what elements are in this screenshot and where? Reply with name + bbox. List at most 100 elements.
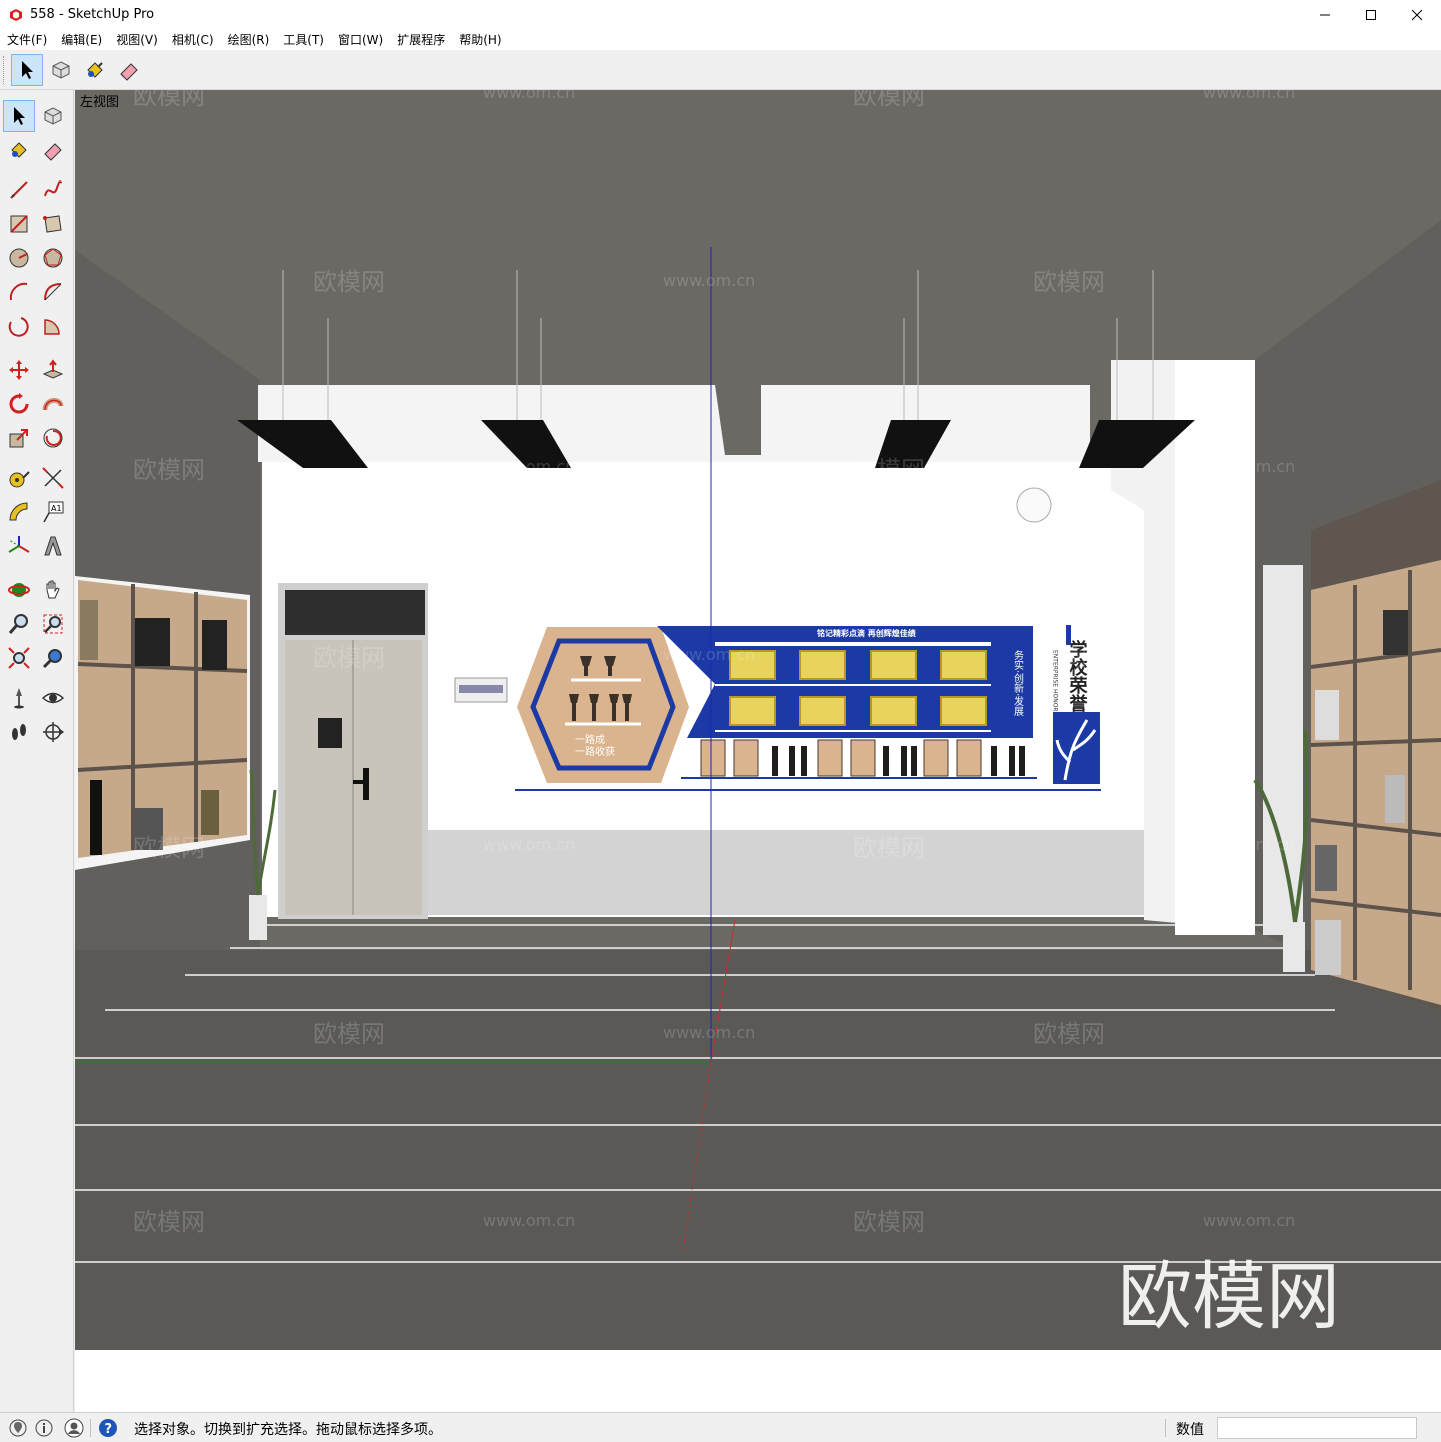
select-button[interactable] (11, 54, 43, 86)
left-bookshelf[interactable] (75, 576, 250, 870)
svg-text:www.om.cn: www.om.cn (483, 835, 575, 854)
three-point-arc-icon (8, 317, 29, 337)
line-tool-icon (10, 181, 28, 199)
axes-button[interactable] (3, 530, 35, 562)
tape-measure-button[interactable] (3, 462, 35, 494)
svg-text:欧模网: 欧模网 (1033, 268, 1105, 296)
maximize-button[interactable] (1348, 0, 1394, 30)
push-pull-button[interactable] (37, 354, 69, 386)
offset-tool-icon (43, 428, 63, 448)
svg-text:www.om.cn: www.om.cn (663, 1023, 755, 1042)
arc-button[interactable] (3, 276, 35, 308)
walk-button[interactable] (3, 716, 35, 748)
circle-button[interactable] (3, 242, 35, 274)
freehand-tool-icon (44, 180, 62, 197)
menu-draw[interactable]: 绘图(R) (221, 30, 277, 50)
rotate-button[interactable] (3, 388, 35, 420)
svg-text:A1: A1 (51, 504, 62, 513)
two-point-arc-button[interactable] (37, 276, 69, 308)
menu-extensions[interactable]: 扩展程序 (390, 30, 452, 50)
menu-window[interactable]: 窗口(W) (331, 30, 390, 50)
paint-bucket-button[interactable] (79, 54, 111, 86)
zoom-window-button[interactable] (37, 608, 69, 640)
eraser-button-left[interactable] (37, 134, 69, 166)
rotated-rectangle-icon (43, 215, 62, 233)
svg-text:欧模网: 欧模网 (853, 90, 925, 110)
3d-text-icon (44, 536, 62, 556)
zoom-extents-button[interactable] (3, 642, 35, 674)
user-account-icon[interactable] (64, 1418, 84, 1438)
polygon-button[interactable] (37, 242, 69, 274)
3d-text-button[interactable] (37, 530, 69, 562)
menu-file[interactable]: 文件(F) (0, 30, 54, 50)
orbit-button[interactable] (3, 574, 35, 606)
toolbar-grip[interactable] (3, 56, 6, 84)
status-bar: ? 选择对象。切换到扩充选择。拖动鼠标选择多项。 数值 (0, 1412, 1441, 1442)
component-button[interactable] (45, 54, 77, 86)
sketchup-logo-icon (10, 9, 22, 21)
orbit-tool-icon (8, 583, 30, 597)
scale-tool-icon (9, 429, 28, 448)
menu-view[interactable]: 视图(V) (109, 30, 165, 50)
pie-button[interactable] (37, 310, 69, 342)
rotated-rectangle-button[interactable] (37, 208, 69, 240)
rotate-tool-icon (9, 393, 29, 414)
scale-button[interactable] (3, 422, 35, 454)
rectangle-tool-icon (10, 215, 28, 233)
position-camera-icon (14, 688, 24, 709)
select-tool-icon (22, 61, 33, 79)
three-point-arc-button[interactable] (3, 310, 35, 342)
zoom-button[interactable] (3, 608, 35, 640)
polygon-tool-icon (43, 248, 63, 268)
zoom-tool-icon (8, 614, 28, 634)
follow-me-button[interactable] (37, 388, 69, 420)
eraser-button[interactable] (113, 54, 145, 86)
look-around-icon (41, 692, 65, 704)
menu-tools[interactable]: 工具(T) (276, 30, 331, 50)
pan-button[interactable] (37, 574, 69, 606)
menu-camera[interactable]: 相机(C) (165, 30, 221, 50)
text-button[interactable]: A1 (37, 496, 69, 528)
zoom-window-icon (43, 614, 63, 634)
dimension-button[interactable] (37, 462, 69, 494)
freehand-button[interactable] (37, 174, 69, 206)
measurements-input[interactable] (1217, 1417, 1417, 1439)
select-button-left[interactable] (3, 100, 35, 132)
3d-scene[interactable]: 一路成 一路收获 铭记精彩点滴 再创辉煌佳绩 务实·创新·发展 学校荣誉 ENT… (75, 90, 1441, 1412)
credits-icon[interactable] (34, 1418, 54, 1438)
protractor-button[interactable] (3, 496, 35, 528)
look-around-button[interactable] (37, 682, 69, 714)
svg-text:www.om.cn: www.om.cn (663, 271, 755, 290)
line-button[interactable] (3, 174, 35, 206)
hex-text-2: 一路收获 (575, 745, 615, 758)
component-button-left[interactable] (37, 100, 69, 132)
svg-text:欧模网: 欧模网 (313, 268, 385, 296)
right-plant-pot (1283, 922, 1305, 972)
previous-view-button[interactable] (37, 642, 69, 674)
paint-bucket-icon (87, 62, 103, 78)
door[interactable] (278, 583, 428, 919)
help-icon[interactable]: ? (98, 1418, 118, 1438)
svg-text:欧模网: 欧模网 (133, 456, 205, 484)
move-button[interactable] (3, 354, 35, 386)
menu-help[interactable]: 帮助(H) (452, 30, 508, 50)
svg-text:欧模网: 欧模网 (133, 1208, 205, 1236)
svg-text:www.om.cn: www.om.cn (1203, 835, 1295, 854)
section-plane-button[interactable] (37, 716, 69, 748)
large-tool-set: A1 (0, 90, 74, 1412)
geo-location-icon[interactable] (8, 1418, 28, 1438)
rectangle-button[interactable] (3, 208, 35, 240)
menu-edit[interactable]: 编辑(E) (54, 30, 109, 50)
eraser-icon (120, 63, 138, 81)
two-point-arc-icon (44, 283, 62, 301)
svg-text:欧模网: 欧模网 (853, 456, 925, 484)
close-button[interactable] (1394, 0, 1440, 30)
select-tool-icon (14, 107, 25, 125)
svg-text:www.om.cn: www.om.cn (1203, 1211, 1295, 1230)
paint-bucket-button-left[interactable] (3, 134, 35, 166)
offset-button[interactable] (37, 422, 69, 454)
position-camera-button[interactable] (3, 682, 35, 714)
minimize-button[interactable] (1302, 0, 1348, 30)
right-bookshelf[interactable] (1310, 480, 1441, 1010)
modeling-viewport[interactable]: 一路成 一路收获 铭记精彩点滴 再创辉煌佳绩 务实·创新·发展 学校荣誉 ENT… (75, 90, 1441, 1412)
